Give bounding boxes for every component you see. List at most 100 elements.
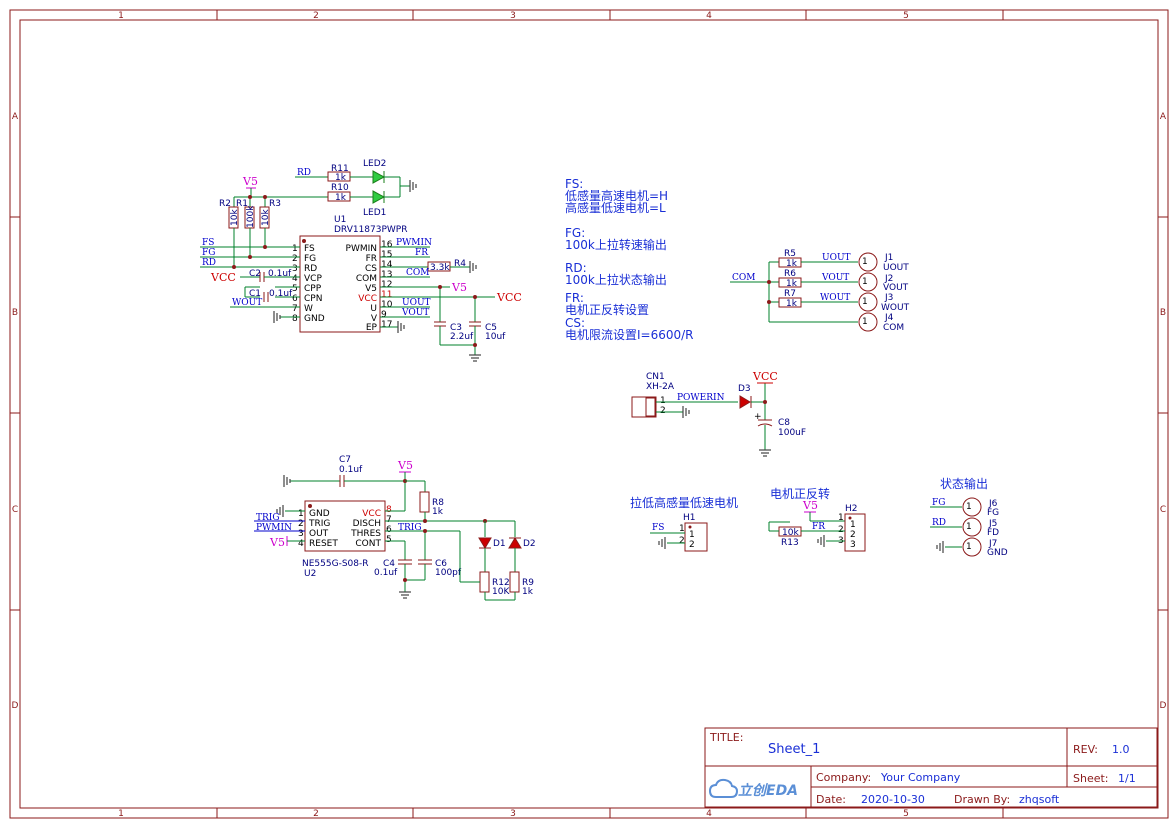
r10-value: 1k [335, 193, 347, 203]
ground-symbol [397, 321, 405, 333]
u1-pin-num: 11 [381, 290, 392, 300]
r9-value: 1k [522, 587, 534, 597]
c7-ref: C7 [339, 455, 351, 465]
cloud-icon [708, 778, 739, 798]
cn1-value: XH-2A [646, 382, 675, 392]
j1-net: UOUT [883, 263, 909, 273]
resistor-r8 [419, 491, 430, 513]
j4-ref: J4 [884, 313, 894, 323]
u1-pin-num: 17 [381, 320, 392, 330]
resistor-r12 [479, 571, 490, 593]
led-indicator-block: RD R11 1k LED2 R10 1k LED1 [250, 159, 417, 218]
u1-pin-num: 14 [381, 260, 393, 270]
vcc-power-label: VCC [496, 291, 522, 304]
pin-number: 1 [862, 297, 868, 307]
diode-d3-icon [739, 395, 751, 409]
row-marker-left: B [12, 308, 18, 318]
pin-number: 2 [660, 406, 666, 416]
date-value: 2020-10-30 [861, 793, 925, 806]
j6-net: FG [987, 508, 999, 518]
j3-net: WOUT [881, 303, 910, 313]
sheet-value: 1/1 [1118, 772, 1136, 785]
c3-value: 2.2uf [450, 332, 474, 342]
u1-pin-num: 2 [292, 254, 298, 264]
c6-value: 100pf [435, 568, 462, 578]
easyeda-logo: 立创EDA [708, 778, 798, 799]
status-output-block: 状态输出 FG RD 1 1 1 J6 FG J5 FD J7 GND [930, 476, 1008, 558]
u1-pin-name: FG [304, 254, 316, 264]
r1-value: 100k [246, 205, 256, 228]
col-marker-bottom: 3 [510, 809, 516, 819]
j2-net: VOUT [883, 283, 909, 293]
v5-power-label: V5 [242, 175, 258, 188]
row-marker-right: C [1160, 505, 1166, 515]
schematic-sheet: 1 2 3 4 5 1 2 3 4 5 A B C D A B C D FS: … [9, 9, 1169, 819]
led2-ref: LED2 [363, 159, 386, 169]
logo-text: 立创EDA [738, 782, 798, 799]
section-title-h1: 拉低高感量低速电机 [630, 495, 738, 510]
c8-ref: C8 [778, 418, 790, 428]
u2-pin-num: 5 [386, 535, 392, 545]
diode-d1-icon [478, 537, 492, 549]
r5-value: 1k [786, 259, 798, 269]
h2-ref: H2 [845, 504, 858, 514]
pin-number: 1 [689, 530, 695, 540]
j1-ref: J1 [884, 253, 893, 263]
company-label: Company: [816, 771, 871, 784]
row-marker-left: A [12, 112, 19, 122]
v5-power-label: V5 [269, 536, 285, 549]
pin-number: 2 [838, 525, 844, 535]
u2-pin-name: TRIG [308, 519, 330, 529]
v5-power-label: V5 [451, 281, 467, 294]
row-marker-left: D [12, 701, 19, 711]
header-h2-block: 电机正反转 V5 H2 1 2 3 1 2 3 10k R13 FR [768, 486, 866, 552]
u1-pin-name: RD [304, 264, 317, 274]
d2-ref: D2 [523, 539, 536, 549]
j3-ref: J3 [884, 293, 893, 303]
ne555-wiring: C7 0.1uf V5 R8 1k TRIG C4 0.1uf C6 100pf [254, 455, 536, 601]
u2-pin-name: DISCH [353, 519, 381, 529]
u1-pin-name: W [304, 304, 313, 314]
pin-number: 1 [966, 542, 972, 552]
r3-value: 10k [261, 209, 271, 226]
r5-ref: R5 [784, 249, 796, 259]
row-marker-left: C [12, 505, 18, 515]
pin-number: 1 [850, 520, 856, 530]
u2-pin-name: OUT [309, 529, 329, 539]
u1-right-wiring: PWMIN FR 3.3k R4 COM V5 VCC UOUT VOUT C3… [380, 238, 522, 362]
ground-symbol [399, 591, 411, 599]
u1-pin-name: U [370, 304, 377, 314]
row-marker-right: D [1160, 701, 1167, 711]
pin-number: 2 [850, 530, 856, 540]
r12-value: 10K [492, 587, 510, 597]
pin-number: 1 [862, 257, 868, 267]
d1-ref: D1 [493, 539, 506, 549]
v5-power-label: V5 [802, 499, 818, 512]
u1-pin-name: V5 [365, 284, 377, 294]
led2-icon [372, 170, 386, 184]
vcc-power-label: VCC [210, 271, 236, 284]
sheet-title: Sheet_1 [768, 742, 820, 757]
u2-pin-num: 8 [386, 505, 392, 515]
u1-pin-num: 6 [292, 294, 298, 304]
u1-pin-num: 4 [292, 274, 298, 284]
c2-ref: C2 [249, 269, 261, 279]
ground-symbol [273, 311, 281, 323]
col-marker-top: 5 [903, 11, 909, 21]
u1-pin-num: 16 [381, 240, 393, 250]
u1-pin-num: 8 [292, 314, 298, 324]
u2-pin-name: VCC [362, 509, 381, 519]
c7-value: 0.1uf [339, 465, 363, 475]
r7-value: 1k [786, 299, 798, 309]
pin-number: 3 [850, 540, 856, 550]
col-marker-top: 1 [118, 11, 124, 21]
note-line: 电机限流设置I=6600/R [565, 328, 694, 342]
c8-value: 100uF [778, 428, 806, 438]
u1-pin-num: 13 [381, 270, 392, 280]
col-marker-top: 4 [706, 11, 712, 21]
u1-pin-num: 5 [292, 284, 298, 294]
ground-symbol [817, 535, 825, 547]
c1-value: 0.1uf [269, 289, 293, 299]
col-marker-bottom: 5 [903, 809, 909, 819]
pullup-resistors: V5 R2 R1 R3 10k 100k 10k [219, 175, 281, 229]
